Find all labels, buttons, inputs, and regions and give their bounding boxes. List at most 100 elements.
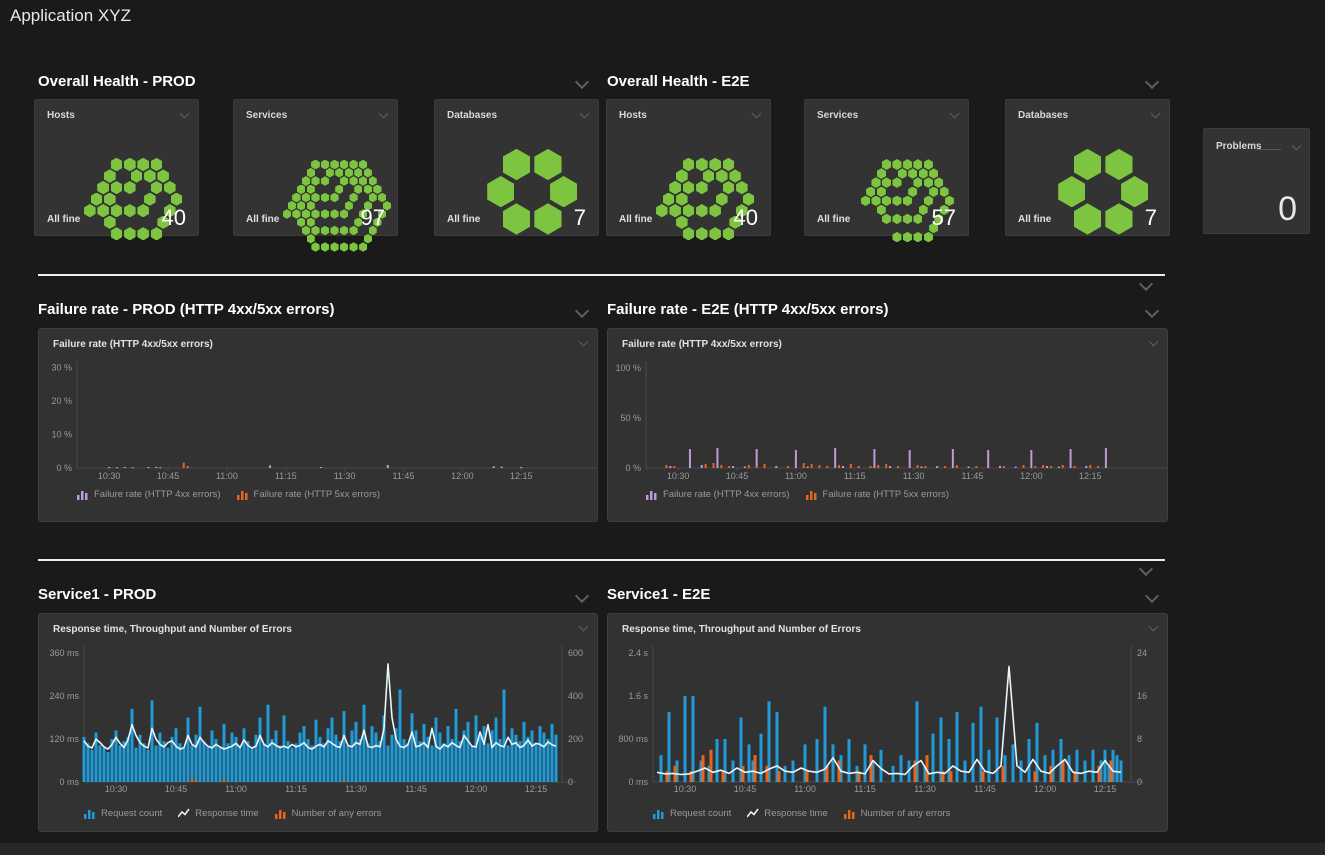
bar [826,466,828,468]
hexagon-status-icon [898,168,907,178]
chevron-down-icon[interactable] [1139,562,1153,576]
dashboard: Application XYZ Overall Health - PROD Ov… [0,0,1325,855]
health-tile-e2e-hosts[interactable]: HostsAll fine40 [606,99,771,236]
bar [920,467,922,469]
y-axis-right-tick-label: 200 [568,734,583,744]
hexagon-status-icon [913,159,922,169]
bar [451,739,454,782]
chevron-down-icon[interactable] [180,109,190,119]
line-series-icon [747,808,759,819]
chevron-down-icon[interactable] [752,109,762,119]
bar [701,465,703,468]
hexagon-status-icon [321,242,329,252]
bar [1050,766,1053,782]
bar [343,781,346,782]
chevron-down-icon[interactable] [575,304,589,318]
hexagon-status-icon [364,234,372,244]
legend-item[interactable]: Request count [84,808,162,819]
tile-status: All fine [447,214,480,225]
chevron-down-icon[interactable] [1292,141,1302,151]
bar-series-icon [653,808,665,819]
hexagon-status-icon [676,169,688,182]
hexagon-status-icon [283,209,291,219]
failure-prod-chart-panel: Failure rate (HTTP 4xx/5xx errors) 30 %2… [38,328,598,522]
legend-item[interactable]: Failure rate (HTTP 4xx errors) [646,489,790,500]
hexagon-status-icon [669,204,681,217]
bar [327,728,330,782]
legend-item[interactable]: Response time [747,808,827,819]
chart-legend: Request count Response time Number of any … [84,808,381,819]
hexagon-status-icon [321,226,329,236]
hexagon-status-icon [696,204,708,217]
hexagon-status-icon [723,158,735,171]
legend-item[interactable]: Response time [178,808,258,819]
bar [103,748,106,782]
hexagon-status-icon [940,187,949,197]
y-axis-tick-label: 30 % [51,363,72,373]
x-axis-tick-label: 11:15 [275,471,297,481]
bar [917,465,919,468]
bar [832,744,835,782]
hexagon-status-icon [97,181,109,194]
tile-count: 40 [162,205,186,231]
chevron-down-icon[interactable] [580,109,590,119]
hexagon-status-icon [340,209,348,219]
hexagon-status-icon [892,232,901,242]
hexagon-status-icon [111,181,123,194]
health-tile-e2e-databases[interactable]: DatabasesAll fine7 [1005,99,1170,236]
chevron-down-icon[interactable] [950,109,960,119]
bar [748,744,751,782]
x-axis-tick-label: 11:00 [794,784,816,794]
hexagon-status-icon [676,216,688,229]
bar [1062,465,1064,468]
health-tile-prod-hosts[interactable]: HostsAll fine40 [34,99,199,236]
bar [1062,760,1065,782]
bar [239,745,242,782]
hexagon-status-icon [696,181,708,194]
problems-tile[interactable]: Problems 0 [1203,128,1310,234]
health-tile-prod-databases[interactable]: DatabasesAll fine7 [434,99,599,236]
hexagon-status-icon [877,168,886,178]
hexagon-status-icon [151,158,163,171]
chevron-down-icon[interactable] [1151,109,1161,119]
x-axis-tick-label: 12:00 [1020,471,1043,481]
chevron-down-icon[interactable] [575,75,589,89]
hexagon-status-icon [892,177,901,187]
hexagon-status-icon [934,177,943,187]
section-title-failure-e2e: Failure rate - E2E (HTTP 4xx/5xx errors) [607,301,889,318]
bar [259,718,262,782]
legend-item[interactable]: Number of any errors [275,808,382,819]
bar [1085,466,1087,468]
hexagon-status-icon [321,193,329,203]
bar [944,466,946,468]
bar [131,709,134,782]
hexagon-status-icon [321,160,329,170]
legend-item[interactable]: Failure rate (HTTP 4xx errors) [77,489,221,500]
y-axis-right-tick-label: 600 [568,648,583,658]
bar [795,450,797,468]
health-tile-prod-services[interactable]: ServicesAll fine97 [233,99,398,236]
chevron-down-icon[interactable] [1139,277,1153,291]
legend-item[interactable]: Failure rate (HTTP 5xx errors) [806,489,950,500]
chevron-down-icon[interactable] [575,589,589,603]
hexagon-status-icon [924,232,933,242]
chevron-down-icon[interactable] [379,109,389,119]
bar [1002,766,1005,782]
bar [936,466,938,468]
health-tile-e2e-services[interactable]: ServicesAll fine57 [804,99,969,236]
chevron-down-icon[interactable] [1145,589,1159,603]
chevron-down-icon[interactable] [1145,75,1159,89]
hexagon-status-icon [892,196,901,206]
hexagon-status-icon [131,169,143,182]
bar [1074,466,1076,468]
chevron-down-icon[interactable] [1145,304,1159,318]
bar [227,743,230,782]
bar [211,730,214,782]
x-axis-tick-label: 10:45 [157,471,180,481]
legend-item[interactable]: Failure rate (HTTP 5xx errors) [237,489,381,500]
chart-legend: Failure rate (HTTP 4xx errors) Failure ra… [646,489,949,500]
legend-item[interactable]: Request count [653,808,731,819]
bar [467,722,470,782]
hexagon-status-icon [743,193,755,206]
legend-item[interactable]: Number of any errors [844,808,951,819]
